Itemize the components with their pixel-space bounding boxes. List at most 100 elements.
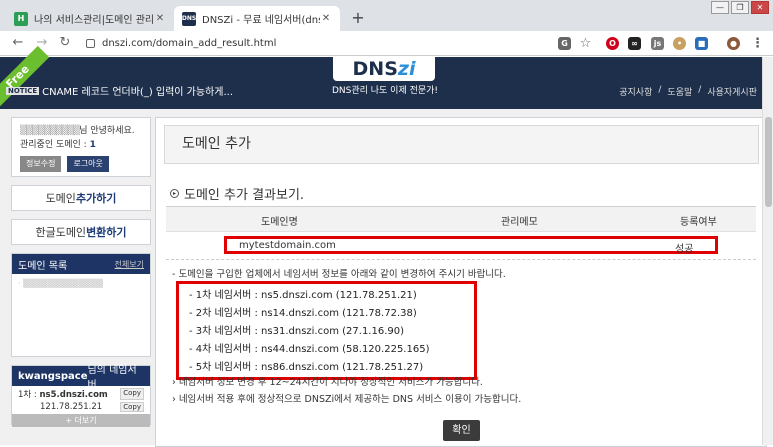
nameserver-list: - 1차 네임서버 : ns5.dnszi.com (121.78.251.21…: [176, 281, 477, 380]
ns-row: 121.78.251.21 Copy: [12, 400, 150, 412]
opera-icon[interactable]: O: [606, 37, 619, 50]
favicon-icon: DNS: [182, 11, 196, 26]
sidebar: ▒▒▒▒▒▒▒▒▒▒님 안녕하세요. 관리중인 도메인 : 1 정보수정 로그아…: [11, 117, 151, 433]
domain-list-title: 도메인 목록: [18, 260, 68, 272]
section-title: 도메인 추가 결과보기.: [184, 188, 305, 203]
logout-button[interactable]: 로그아웃: [67, 156, 109, 172]
link-board[interactable]: 사용자게시판: [707, 85, 757, 98]
notice-ticker[interactable]: NOTICE CNAME 레코드 언더바(_) 입력이 가능하게...: [6, 83, 233, 98]
extension-icon[interactable]: ■: [695, 37, 708, 50]
tab-dnszi[interactable]: DNS DNSZi - 무료 네임서버(dns) 관리... ✕: [174, 6, 340, 31]
maximize-icon[interactable]: ❐: [731, 1, 749, 14]
menu-label: 한글도메인: [35, 226, 87, 239]
domain-list-box: 도메인 목록 전체보기 · ▒▒▒▒▒▒▒▒▒▒▒▒▒: [11, 253, 151, 357]
notice-badge: NOTICE: [6, 86, 40, 95]
top-links: 공지사항 / 도움말 / 사용자게시판: [619, 85, 757, 98]
column-header: 등록여부: [680, 217, 717, 228]
link-help[interactable]: 도움말: [667, 85, 692, 98]
site-header: Free NOTICE CNAME 레코드 언더바(_) 입력이 가능하게...…: [0, 45, 773, 109]
copy-button[interactable]: Copy: [120, 388, 144, 400]
logo-dns: DNS: [352, 58, 398, 80]
back-icon[interactable]: ←: [10, 35, 26, 51]
nameserver-header: kwangspace 님의 네임서버: [12, 365, 150, 391]
divider: [166, 259, 756, 260]
username-blurred: ▒▒▒▒▒▒▒▒▒▒: [20, 126, 80, 136]
link-notices[interactable]: 공지사항: [619, 85, 652, 98]
domain-list-header: 도메인 목록 전체보기: [12, 254, 150, 274]
page: Free NOTICE CNAME 레코드 언더바(_) 입력이 가능하게...…: [0, 45, 773, 447]
separator: /: [658, 85, 662, 95]
window-controls: — ❐ ✕: [711, 1, 769, 14]
tagline: DNS관리 나도 이제 전문가!: [331, 86, 439, 96]
tab-bar: H 나의 서비스관리|도메인 관리|보... ✕ DNS DNSZi - 무료 …: [0, 0, 773, 31]
edit-info-button[interactable]: 정보수정: [20, 156, 62, 172]
favicon-icon: H: [14, 11, 28, 26]
nameserver-item: - 4차 네임서버 : ns44.dnszi.com (58.120.225.1…: [189, 344, 430, 355]
menu-icon[interactable]: ⋮: [751, 37, 764, 50]
column-header: 관리메모: [501, 217, 538, 228]
nameserver-item: - 2차 네임서버 : ns14.dnszi.com (121.78.72.38…: [189, 308, 417, 319]
tab-service-management[interactable]: H 나의 서비스관리|도메인 관리|보... ✕: [6, 6, 174, 31]
login-box: ▒▒▒▒▒▒▒▒▒▒님 안녕하세요. 관리중인 도메인 : 1 정보수정 로그아…: [11, 117, 151, 177]
url-text: dnszi.com/domain_add_result.html: [102, 38, 277, 49]
domains-label: 관리중인 도메인 :: [20, 140, 87, 150]
copy-button[interactable]: Copy: [120, 402, 144, 412]
scrollbar-thumb[interactable]: [765, 117, 772, 207]
avatar[interactable]: ●: [727, 37, 740, 50]
minimize-icon[interactable]: —: [711, 1, 729, 14]
new-tab-icon[interactable]: +: [348, 8, 368, 27]
lock-icon: [86, 39, 95, 48]
instruction-text: - 도메인을 구입한 업체에서 네임서버 정보를 아래와 같이 변경하여 주시기…: [172, 269, 506, 280]
nameserver-box: kwangspace 님의 네임서버 1차 : ns5.dnszi.com Cop…: [11, 365, 151, 427]
tab-title: DNSZi - 무료 네임서버(dns) 관리...: [202, 15, 320, 26]
close-icon[interactable]: ✕: [320, 13, 332, 24]
main-content: 도메인 추가 ▸ 도메인 추가 결과보기. 도메인명 관리메모 등록여부 myt…: [155, 117, 767, 447]
domains-count: 1: [89, 140, 96, 150]
add-domain-menu[interactable]: 도메인 추가하기: [11, 185, 151, 211]
ns-host: ns5.dnszi.com: [39, 390, 108, 400]
bookmark-star-icon[interactable]: ☆: [579, 37, 592, 50]
note-text: › 네임서버 정보 변경 후 12~24시간이 지나야 정상적인 서비스가 가능…: [172, 377, 483, 388]
cookie-icon[interactable]: •: [673, 37, 686, 50]
ns-user: kwangspace: [18, 370, 88, 382]
reload-icon[interactable]: ↻: [57, 35, 73, 51]
page-title: 도메인 추가: [164, 125, 759, 164]
nameserver-item: - 3차 네임서버 : ns31.dnszi.com (27.1.16.90): [189, 326, 405, 337]
window-close-icon[interactable]: ✕: [751, 1, 769, 14]
menu-label-bold: 변환하기: [86, 226, 127, 239]
url-field[interactable]: dnszi.com/domain_add_result.html: [86, 34, 606, 53]
result-row: mytestdomain.com 성공: [224, 236, 718, 255]
extension-icon[interactable]: js: [651, 37, 664, 50]
ns-label: 1차 :: [18, 390, 37, 400]
list-item[interactable]: · ▒▒▒▒▒▒▒▒▒▒▒▒▒: [12, 274, 150, 293]
bullet-arrow-icon: ▸: [170, 189, 179, 198]
tab-title: 나의 서비스관리|도메인 관리|보...: [34, 15, 154, 26]
ok-button[interactable]: 확인: [443, 420, 480, 441]
result-domain: mytestdomain.com: [239, 240, 336, 251]
result-table-header: 도메인명 관리메모 등록여부: [166, 206, 756, 232]
notice-text[interactable]: CNAME 레코드 언더바(_) 입력이 가능하게...: [42, 83, 233, 98]
section-heading: ▸ 도메인 추가 결과보기.: [170, 184, 304, 203]
view-all-link[interactable]: 전체보기: [115, 259, 144, 270]
close-icon[interactable]: ✕: [154, 13, 166, 24]
translate-icon[interactable]: G: [558, 37, 571, 50]
greeting: 님 안녕하세요.: [79, 126, 135, 136]
scrollbar[interactable]: [762, 57, 773, 445]
address-bar-row: ← → ↻ dnszi.com/domain_add_result.html G…: [0, 31, 773, 56]
ns-ip: 121.78.251.21: [40, 402, 103, 412]
result-status: 성공: [675, 244, 694, 255]
nameserver-item: - 5차 네임서버 : ns86.dnszi.com (121.78.251.2…: [189, 362, 424, 373]
menu-label: 도메인: [45, 192, 76, 205]
logo-zi: zi: [397, 58, 416, 80]
column-header: 도메인명: [261, 217, 298, 228]
ns-row: 1차 : ns5.dnszi.com Copy: [12, 386, 150, 400]
dnszi-logo[interactable]: DNS zi: [333, 57, 435, 81]
convert-domain-menu[interactable]: 한글도메인 변환하기: [11, 219, 151, 245]
more-button[interactable]: + 더보기: [12, 414, 150, 427]
separator: /: [698, 85, 702, 95]
nameserver-item: - 1차 네임서버 : ns5.dnszi.com (121.78.251.21…: [189, 290, 417, 301]
note-text: › 네임서버 적용 후에 정상적으로 DNSZi에서 제공하는 DNS 서비스 …: [172, 394, 522, 405]
menu-label-bold: 추가하기: [75, 192, 117, 205]
ns-title: 님의 네임서버: [87, 365, 137, 391]
extension-icon[interactable]: ∞: [628, 37, 641, 50]
